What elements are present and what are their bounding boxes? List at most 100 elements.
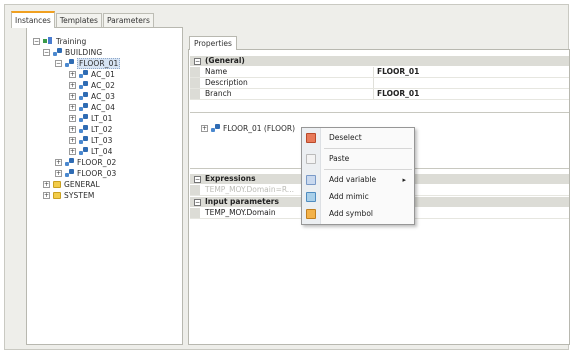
expand-icon[interactable]: +	[69, 136, 76, 144]
node-icon	[79, 113, 88, 123]
tab-properties[interactable]: Properties	[189, 36, 237, 50]
tree-item-label: FLOOR_02	[77, 157, 117, 167]
node-icon	[65, 58, 74, 68]
tree-item-label: Training	[56, 36, 87, 46]
node-icon	[79, 146, 88, 156]
input-parameter-name: TEMP_MOY.Domain	[205, 208, 276, 217]
instance-label: FLOOR_01 (FLOOR)	[223, 124, 296, 133]
collapse-icon[interactable]: −	[43, 48, 50, 56]
deselect-icon	[306, 133, 316, 143]
tree-item-floor-03[interactable]: + FLOOR_03	[55, 168, 116, 178]
node-icon	[79, 124, 88, 134]
expression-name: TEMP_MOY.Domain=R...	[205, 185, 294, 194]
paste-icon	[306, 154, 316, 164]
tree-item-label: AC_03	[91, 91, 116, 101]
node-icon	[211, 124, 220, 133]
network-icon	[43, 37, 53, 45]
symbol-icon	[306, 209, 316, 219]
menu-item-add-mimic[interactable]: Add mimic	[302, 189, 414, 205]
menu-item-paste[interactable]: Paste	[302, 151, 414, 167]
expand-icon[interactable]: +	[55, 158, 62, 166]
property-name: Branch	[205, 89, 232, 98]
tree-item-lt-04[interactable]: + LT_04	[69, 146, 113, 156]
tree-item-label: FLOOR_01	[77, 57, 121, 69]
submenu-arrow-icon: ▸	[402, 176, 406, 184]
property-row-branch[interactable]: Branch FLOOR_01	[190, 89, 569, 100]
tree-item-ac-01[interactable]: + AC_01	[69, 69, 115, 79]
expand-icon[interactable]: +	[69, 103, 76, 111]
tree-item-lt-03[interactable]: + LT_03	[69, 135, 113, 145]
menu-item-add-symbol[interactable]: Add symbol	[302, 206, 414, 222]
tree-item-lt-01[interactable]: + LT_01	[69, 113, 113, 123]
node-icon	[79, 135, 88, 145]
expand-icon[interactable]: +	[69, 125, 76, 133]
tree-item-ac-03[interactable]: + AC_03	[69, 91, 115, 101]
node-icon	[79, 69, 88, 79]
folder-icon	[53, 180, 61, 188]
tab-parameters[interactable]: Parameters	[102, 13, 154, 27]
node-icon	[79, 91, 88, 101]
section-general-header[interactable]: − (General)	[190, 56, 569, 66]
tree-item-label: AC_04	[91, 102, 116, 112]
tab-templates[interactable]: Templates	[55, 13, 102, 27]
tree-item-ac-04[interactable]: + AC_04	[69, 102, 115, 112]
node-icon	[65, 157, 74, 167]
application-window: Instances Templates Parameters − Trainin…	[4, 4, 570, 350]
expand-icon[interactable]: +	[55, 169, 62, 177]
variable-icon	[306, 175, 316, 185]
tree-item-label: FLOOR_03	[77, 168, 117, 178]
splitter[interactable]	[190, 112, 569, 113]
section-general-label: (General)	[205, 56, 245, 65]
tree-item-building[interactable]: − BUILDING	[43, 47, 102, 57]
context-menu: Deselect Paste Add variable ▸ Add mimic …	[301, 127, 415, 225]
menu-item-deselect[interactable]: Deselect	[302, 130, 414, 146]
collapse-icon[interactable]: −	[194, 57, 201, 65]
collapse-icon[interactable]: −	[194, 175, 201, 183]
mimic-icon	[306, 192, 316, 202]
node-icon	[53, 47, 62, 57]
tree-item-label: AC_02	[91, 80, 116, 90]
tree-item-training[interactable]: − Training	[33, 36, 86, 46]
collapse-icon[interactable]: −	[194, 198, 201, 206]
folder-icon	[53, 191, 61, 199]
expand-icon[interactable]: +	[69, 70, 76, 78]
tree-item-label: SYSTEM	[64, 190, 95, 200]
menu-item-add-variable[interactable]: Add variable ▸	[302, 172, 414, 188]
tree-item-label: LT_01	[91, 113, 113, 123]
property-row-description[interactable]: Description	[190, 78, 569, 89]
tree-item-label: AC_01	[91, 69, 116, 79]
property-name: Description	[205, 78, 248, 87]
tree-item-floor-01[interactable]: − FLOOR_01	[55, 57, 121, 69]
section-expressions-label: Expressions	[205, 174, 256, 183]
expand-icon[interactable]: +	[69, 114, 76, 122]
collapse-icon[interactable]: −	[55, 59, 62, 67]
expand-icon[interactable]: +	[201, 125, 208, 132]
node-icon	[79, 80, 88, 90]
section-input-parameters-label: Input parameters	[205, 197, 279, 206]
expand-icon[interactable]: +	[69, 81, 76, 89]
tree-item-floor-02[interactable]: + FLOOR_02	[55, 157, 116, 167]
expand-icon[interactable]: +	[69, 92, 76, 100]
instance-item[interactable]: + FLOOR_01 (FLOOR)	[201, 124, 295, 133]
instance-tree[interactable]: − Training − BUILDING − FLOOR_01 + AC_01…	[26, 27, 183, 345]
expand-icon[interactable]: +	[69, 147, 76, 155]
property-name: Name	[205, 67, 228, 76]
property-value[interactable]: FLOOR_01	[377, 89, 419, 99]
tree-item-label: LT_03	[91, 135, 113, 145]
expand-icon[interactable]: +	[43, 180, 50, 188]
property-row-name[interactable]: Name FLOOR_01	[190, 67, 569, 78]
tree-item-label: LT_04	[91, 146, 113, 156]
top-tab-bar: Instances Templates Parameters	[11, 11, 155, 28]
node-icon	[79, 102, 88, 112]
property-value[interactable]: FLOOR_01	[377, 67, 419, 77]
tree-item-label: BUILDING	[65, 47, 103, 57]
collapse-icon[interactable]: −	[33, 37, 40, 45]
tab-instances[interactable]: Instances	[11, 11, 55, 28]
tree-item-lt-02[interactable]: + LT_02	[69, 124, 113, 134]
tree-item-ac-02[interactable]: + AC_02	[69, 80, 115, 90]
expand-icon[interactable]: +	[43, 191, 50, 199]
tree-item-label: LT_02	[91, 124, 113, 134]
tree-item-general[interactable]: + GENERAL	[43, 179, 100, 189]
node-icon	[65, 168, 74, 178]
tree-item-system[interactable]: + SYSTEM	[43, 190, 95, 200]
